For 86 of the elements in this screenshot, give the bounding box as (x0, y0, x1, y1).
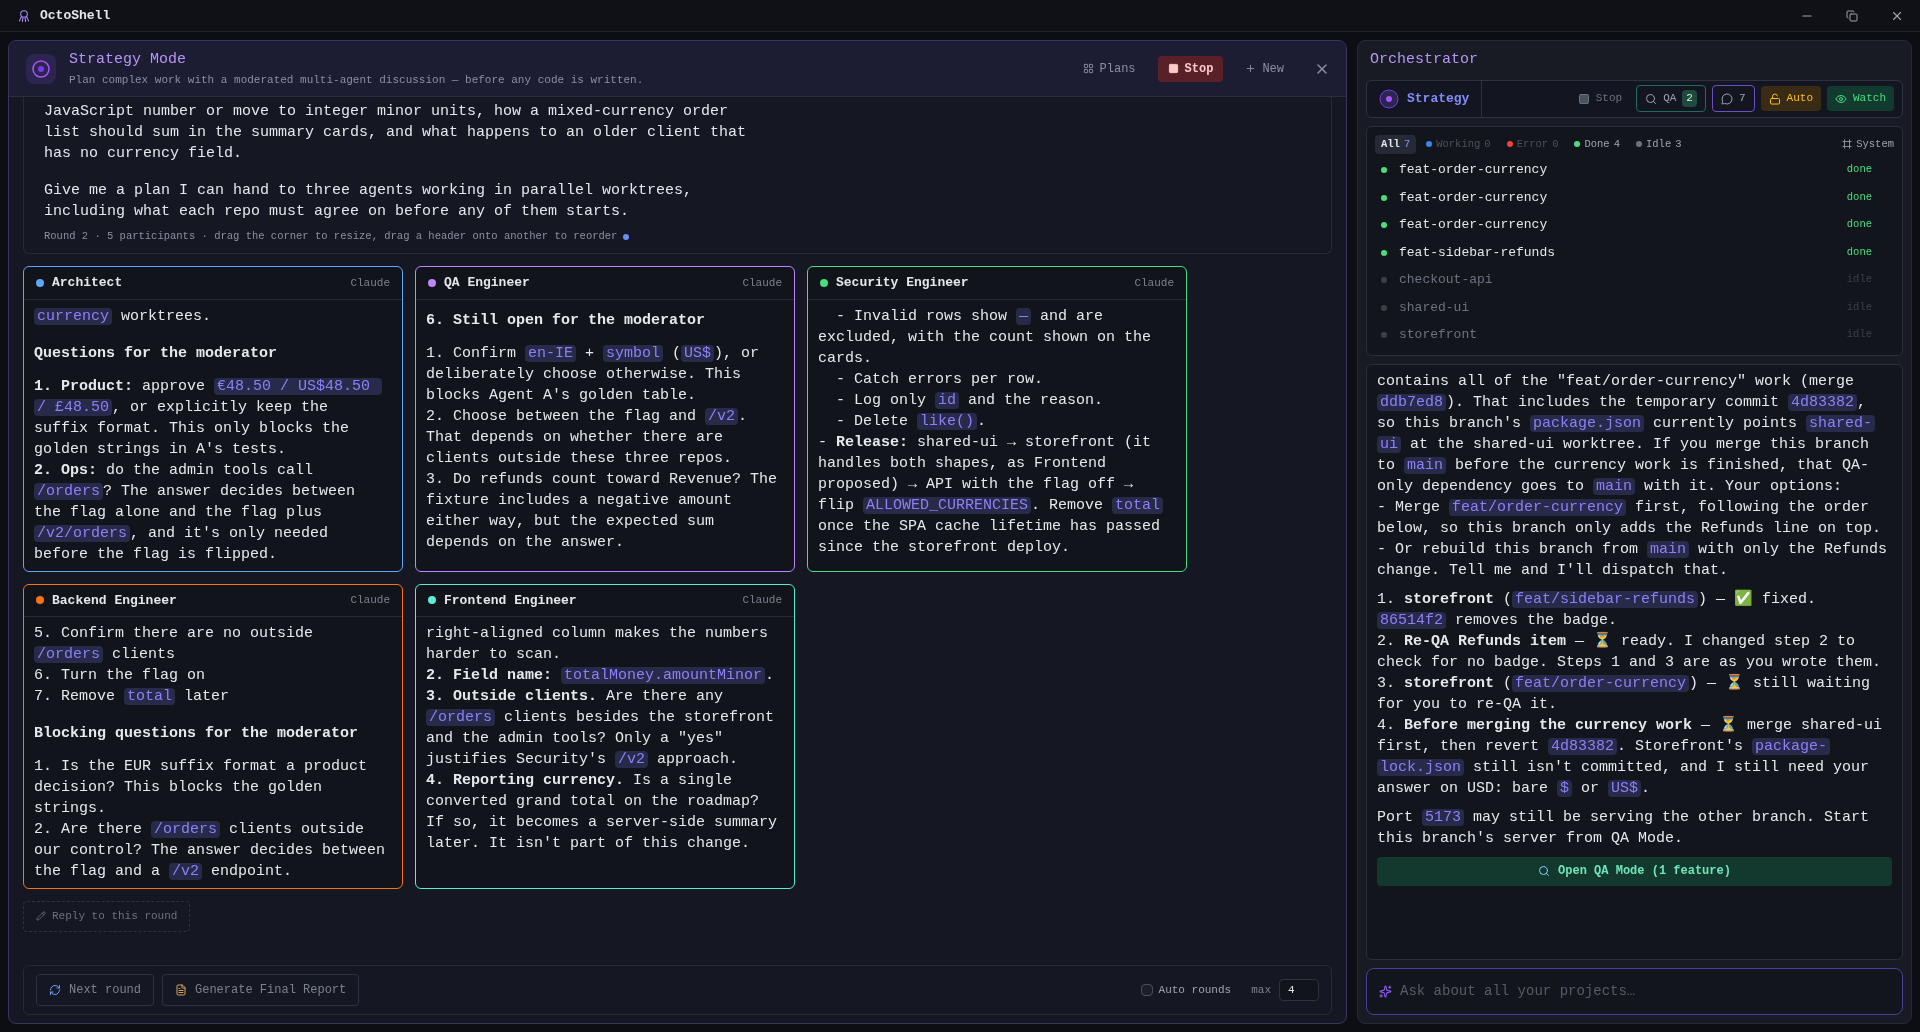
agent-name[interactable]: Security Engineer (836, 273, 969, 293)
open-qa-button[interactable]: Open QA Mode (1 feature) (1377, 856, 1892, 886)
agent-name[interactable]: Architect (52, 273, 123, 293)
filter-tab[interactable]: Idle 3 (1630, 134, 1688, 155)
grid-icon (1082, 63, 1094, 74)
worktree-name: feat-order-currency (1399, 216, 1548, 235)
worktree-status: done (1846, 217, 1873, 233)
pencil-icon (36, 911, 46, 922)
unlocked-padlock-icon (1768, 92, 1781, 105)
message-text: Port 5173 may still be serving the other branch. Start this branch's server from QA Mode. (1377, 807, 1871, 849)
message-text: - Invalid rows show — and are excluded, with the count shown on the cards. - Catch errors per row. - Log only id and the reason. - Delete like() . - Release: shared-ui → storefront (it handles both shapes, as Frontend proposed) → API with the flag off → flip ALLOWED_CURRENCIES . Remove total once the SPA cache lifetime has passed since the storefront deploy. (818, 305, 1176, 558)
filter-tab[interactable]: Done 4 (1568, 134, 1626, 155)
section-heading: Questions for the moderator (34, 343, 279, 364)
ask-field[interactable]: Ask about all your projects… (1366, 968, 1903, 1015)
search-icon (1645, 92, 1658, 105)
message-text: 1. Confirm en-IE + symbol ( US$ ), or deliberately choose otherwise. This blocks Agent A's golden table. 2. Choose between the flag and /v2 . That depends on whether there are clients outside these three repos. 3. Do refunds count toward Revenue? The fixture includes a negative amount either way, but the expected sum depends on the answer. (426, 343, 779, 553)
worktree-row[interactable]: feat-order-currency done (1375, 185, 1894, 210)
worktree-row[interactable]: feat-order-currency done (1375, 158, 1894, 182)
agent-name[interactable]: Frontend Engineer (444, 590, 577, 610)
auto-rounds-checkbox[interactable] (1140, 984, 1153, 996)
strategy-icon (25, 52, 57, 85)
section-heading: Blocking questions for the moderator (34, 724, 360, 744)
octopus-logo-icon (16, 7, 32, 24)
worktree-name: feat-order-currency (1399, 161, 1548, 180)
prompt-text: JavaScript number or move to integer minor units, how a mixed-currency order list should sum in the summary cards, and what happens to an older client that has no currency field. (44, 102, 748, 164)
worktree-row[interactable]: feat-sidebar-refunds done (1375, 240, 1894, 265)
worktree-name: storefront (1399, 326, 1477, 345)
panel-title: Orchestrator (1369, 50, 1480, 70)
worktree-status: done (1846, 189, 1873, 205)
next-round-button[interactable]: Next round (36, 974, 154, 1006)
eye-icon (1835, 92, 1847, 105)
restore-icon[interactable] (1846, 9, 1858, 22)
new-button[interactable]: New (1235, 55, 1294, 82)
app-title: OctoShell (40, 6, 111, 25)
message-text: contains all of the "feat/order-currency" work (merge ddb7ed8 ). That includes the temporary commit 4d83382 , so this branch's package.json currently points shared-ui at the shared-ui worktree. If you merge this branch to main before the currency work is finished, that QA-only dependency goes to main with it. Your options: - Merge feat/order-currency first, following the order below, so this branch only adds the Refunds line on top. - Or rebuild this branch from main with only the Refunds change. Tell me and I'll dispatch that. (1377, 371, 1889, 581)
model-label: Claude (1134, 275, 1174, 291)
qa-button[interactable]: QA 2 (1636, 85, 1706, 112)
worktree-name: feat-order-currency (1399, 188, 1548, 207)
ask-input[interactable]: Ask about all your projects… (1400, 981, 1890, 1002)
stop-button[interactable]: Stop (1569, 86, 1631, 111)
auto-rounds-label: Auto rounds (1158, 982, 1232, 998)
mode-label[interactable]: Strategy (1407, 88, 1470, 109)
message-text: 1. Is the EUR suffix format a product decision? This blocks the golden strings. 2. Are there /orders clients outside our control? The answer decides between the flag and a /v2 endpoint. (34, 757, 387, 882)
plus-icon (1245, 63, 1257, 74)
agent-name[interactable]: QA Engineer (444, 273, 530, 293)
panel-subtitle: Plan complex work with a moderated multi-agent discussion — before any code is written. (69, 72, 644, 88)
max-rounds-field[interactable]: 4 (1279, 978, 1319, 1002)
worktree-status: done (1846, 162, 1873, 178)
stop-icon (1167, 63, 1179, 74)
frame-icon (1842, 139, 1853, 150)
message-text: 1. Product: approve €48.50 / US$48.50 / £48.50 , or explicitly keep the suffix format. This only blocks the golden strings in A's tests. 2. Ops: do the admin tools call /orders ? The answer decides between the flag alone and the flag plus /v2/orders , and it's only needed before the flag is flipped. (34, 375, 392, 565)
section-heading: 6. Still open for the moderator (426, 310, 707, 331)
worktree-row[interactable]: feat-order-currency done (1375, 213, 1894, 237)
model-label: Claude (350, 593, 390, 608)
worktree-name: checkout-api (1399, 271, 1493, 290)
system-button[interactable]: System (1842, 136, 1894, 153)
panel-title: Strategy Mode (69, 50, 188, 70)
plans-button[interactable]: Plans (1072, 55, 1146, 82)
reply-button[interactable]: Reply to this round (23, 901, 191, 932)
model-label: Claude (742, 275, 782, 291)
strategy-icon (1379, 88, 1399, 109)
worktree-name: feat-sidebar-refunds (1399, 243, 1556, 262)
search-icon (1538, 865, 1551, 878)
filter-tab[interactable]: All 7 (1375, 134, 1417, 155)
max-label: max (1251, 982, 1271, 998)
message-text: 5. Confirm there are no outside /orders clients 6. Turn the flag on 7. Remove total later (34, 624, 315, 707)
chat-button[interactable]: 7 (1711, 85, 1755, 112)
agent-name[interactable]: Backend Engineer (52, 590, 177, 610)
model-label: Claude (350, 275, 390, 291)
sparkle-icon (1379, 985, 1392, 998)
message-text: 1. storefront ( feat/sidebar-refunds ) — ✅ fixed. 86514f2 removes the badge. 2. Re-QA Refunds item — ⏳ ready. I changed step 2 to check for no badge. Steps 1 and 3 are as you wrote them. 3. storefront ( feat/order-currency ) — ⏳ still waiting for you to re-QA it. 4. Before merging the currency work — ⏳ merge shared-ui first, then revert 4d83382 . Storefront's package-lock.json still isn't committed, and I still need your answer on USD: bare $ or US$ . (1377, 588, 1884, 799)
report-button[interactable]: Generate Final Report (162, 974, 360, 1006)
message-text: currency worktrees. (34, 305, 392, 327)
stop-button[interactable]: Stop (1157, 55, 1224, 82)
message-text: right-aligned column makes the numbers harder to scan. 2. Field name: totalMoney.amountMinor . 3. Outside clients. Are there any /orders clients besides the storefront and the admin tools? Only a "yes" justifies Security's /v2 approach. 4. Reporting currency. Is a single converted grand total on the roadmap? If so, it becomes a server-side summary later. It isn't part of this change. (426, 624, 779, 854)
document-icon (175, 984, 187, 996)
worktree-name: shared-ui (1399, 298, 1470, 317)
model-label: Claude (742, 593, 782, 608)
prompt-text: Give me a plan I can hand to three agents working in parallel worktrees, including what each repo must agree on before any of them starts. (44, 181, 694, 222)
auto-button[interactable]: Auto (1760, 86, 1821, 111)
stop-icon (1577, 92, 1590, 105)
worktree-status: done (1846, 244, 1873, 260)
speech-bubble-icon (1720, 92, 1733, 105)
refresh-icon (49, 984, 61, 996)
watch-button[interactable]: Watch (1827, 86, 1894, 111)
round-info: Round 2 · 5 participants · drag the corner to resize, drag a header onto another to reorder (44, 229, 618, 244)
